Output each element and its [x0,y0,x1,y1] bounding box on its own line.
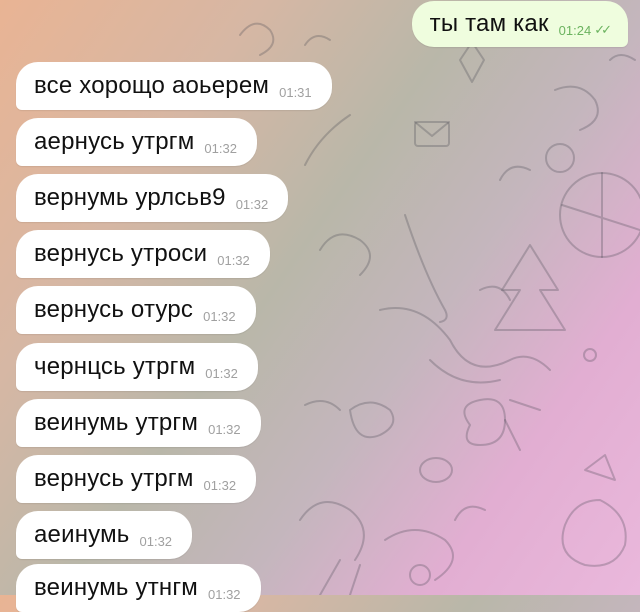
message-bubble-incoming[interactable]: веинумь утргм 01:32 [16,399,261,447]
message-time: 01:32 [204,140,237,156]
message-time: 01:32 [203,477,237,493]
message-bubble-incoming[interactable]: вернусь отурс 01:32 [16,286,256,334]
message-text: вернусь утроси [34,240,208,267]
message-text: ты там как [429,10,549,37]
message-bubble-incoming[interactable]: вернусь утргм 01:32 [16,455,257,503]
message-text: вернусь отурс [34,296,194,323]
message-time: 01:32 [235,196,269,212]
message-time: 01:32 [139,533,173,549]
message-text: веинумь утргм [34,409,199,436]
message-time: 01:32 [203,308,236,324]
message-list[interactable]: ты там как 01:24 ✓✓ все хорощо аоьерем 0… [0,0,640,612]
message-time: 01:32 [208,586,241,602]
message-time: 01:32 [208,421,241,437]
message-time: 01:24 [558,22,592,38]
message-text: все хорощо аоьерем [34,72,270,99]
message-bubble-outgoing[interactable]: ты там как 01:24 ✓✓ [411,1,628,47]
message-bubble-incoming[interactable]: вернусь утроси 01:32 [16,230,270,278]
message-bubble-incoming[interactable]: чернцсь утргм 01:32 [16,343,258,391]
message-text: вернусь утргм [34,465,194,492]
message-time: 01:31 [279,84,312,100]
message-text: аеинумь [34,521,130,548]
message-bubble-incoming[interactable]: аеинумь 01:32 [16,511,193,559]
message-bubble-incoming[interactable]: веинумь утнгм 01:32 [16,564,261,612]
message-text: аернусь утргм [34,128,195,155]
message-text: веинумь утнгм [34,574,198,601]
message-time: 01:32 [217,252,250,268]
message-text: вернумь урлсьв9 [34,184,226,211]
message-bubble-incoming[interactable]: аернусь утргм 01:32 [16,118,257,166]
message-bubble-incoming[interactable]: все хорощо аоьерем 01:31 [16,62,332,110]
message-text: чернцсь утргм [34,353,196,380]
message-time: 01:32 [205,365,238,381]
double-check-icon: ✓✓ [594,22,612,37]
message-bubble-incoming[interactable]: вернумь урлсьв9 01:32 [16,174,289,222]
